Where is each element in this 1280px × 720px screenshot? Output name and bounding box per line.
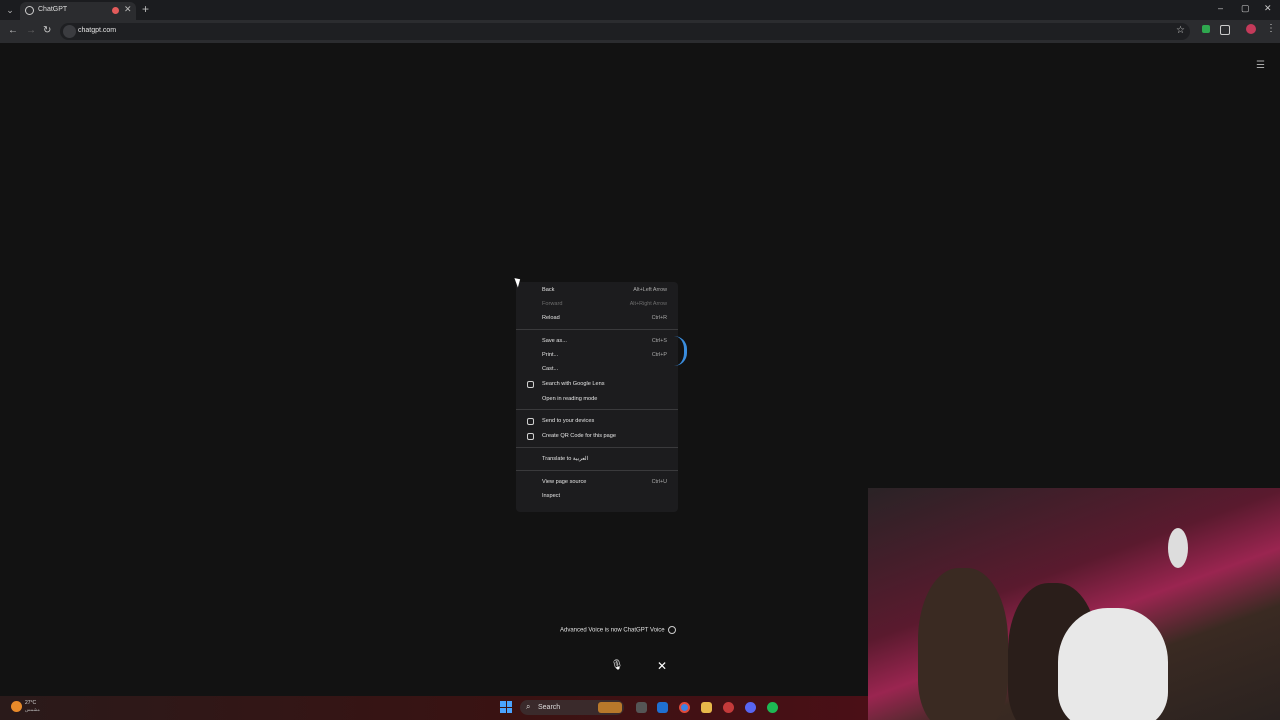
voice-orb-edge (674, 336, 687, 366)
person-left (918, 568, 1008, 720)
new-tab-button[interactable]: + (142, 2, 149, 16)
app-red-icon[interactable] (723, 702, 734, 713)
weather-temp[interactable]: 27°C (25, 700, 36, 706)
extension-green-icon[interactable] (1202, 25, 1210, 33)
chrome-icon[interactable] (679, 702, 690, 713)
windows-taskbar: 27°C مشمس ⌕ Search (0, 696, 868, 720)
browser-menu-icon[interactable]: ⋮ (1266, 23, 1276, 34)
search-icon: ⌕ (526, 702, 531, 711)
menu-separator (516, 409, 678, 410)
voice-settings-icon[interactable]: ☰ (1256, 60, 1265, 71)
menu-item-inspect[interactable]: Inspect (516, 491, 678, 504)
person-child (1058, 608, 1168, 720)
menu-item-back[interactable]: Back Alt+Left Arrow (516, 285, 678, 298)
menu-item-cast[interactable]: Cast... (516, 364, 678, 377)
menu-item-send-to-devices[interactable]: Send to your devices (516, 416, 678, 429)
menu-separator (516, 447, 678, 448)
forward-arrow-icon[interactable]: → (26, 25, 36, 36)
menu-item-forward[interactable]: Forward Alt+Right Arrow (516, 299, 678, 312)
menu-item-google-lens[interactable]: Search with Google Lens (516, 379, 678, 392)
search-highlight-icon (598, 702, 622, 713)
chatgpt-favicon-icon (25, 6, 34, 15)
profile-avatar[interactable] (1246, 24, 1256, 34)
back-arrow-icon[interactable]: ← (8, 25, 18, 36)
menu-item-print[interactable]: Print... Ctrl+P (516, 350, 678, 363)
microphone-button[interactable]: 🎙 (605, 655, 629, 677)
menu-separator (516, 329, 678, 330)
tab-chatgpt[interactable]: ChatGPT ✕ (20, 2, 136, 20)
recording-indicator-icon[interactable] (112, 7, 119, 14)
info-icon[interactable] (667, 626, 676, 634)
task-view-icon[interactable] (636, 702, 647, 713)
browser-toolbar: ← → ↻ chatgpt.com ☆ ⋮ (0, 20, 1280, 43)
context-menu: Back Alt+Left Arrow Forward Alt+Right Ar… (516, 282, 678, 512)
menu-item-save-as[interactable]: Save as... Ctrl+S (516, 336, 678, 349)
menu-item-reading-mode[interactable]: Open in reading mode (516, 394, 678, 407)
devices-icon (527, 418, 534, 425)
menu-item-view-source[interactable]: View page source Ctrl+U (516, 477, 678, 490)
maximize-button[interactable]: ▢ (1241, 3, 1250, 14)
taskbar-search[interactable]: ⌕ Search (520, 700, 624, 715)
address-bar[interactable]: chatgpt.com ☆ (60, 23, 1190, 40)
weather-sun-icon[interactable] (11, 701, 22, 712)
bookmark-star-icon[interactable]: ☆ (1176, 25, 1185, 36)
spotify-icon[interactable] (767, 702, 778, 713)
menu-item-translate[interactable]: Translate to العربية (516, 454, 678, 467)
lens-icon (527, 381, 534, 388)
minimize-button[interactable]: – (1218, 3, 1223, 13)
windows-start-icon[interactable] (500, 701, 512, 713)
lamp (1168, 528, 1188, 568)
tab-close-icon[interactable]: ✕ (124, 4, 132, 15)
reload-icon[interactable]: ↻ (43, 25, 51, 36)
extensions-puzzle-icon[interactable] (1220, 25, 1230, 35)
end-voice-button[interactable]: ✕ (650, 655, 674, 677)
menu-separator (516, 470, 678, 471)
menu-item-qr-code[interactable]: Create QR Code for this page (516, 431, 678, 444)
close-window-button[interactable]: ✕ (1264, 3, 1272, 14)
discord-icon[interactable] (745, 702, 756, 713)
voice-notice: Advanced Voice is now ChatGPT Voice (560, 626, 720, 634)
tab-strip: ⌄ ChatGPT ✕ + – ▢ ✕ (0, 0, 1280, 20)
qr-icon (527, 433, 534, 440)
url-text[interactable]: chatgpt.com (78, 27, 116, 34)
close-icon: ✕ (656, 659, 668, 673)
file-explorer-icon[interactable] (701, 702, 712, 713)
menu-item-reload[interactable]: Reload Ctrl+R (516, 313, 678, 326)
webcam-overlay (868, 488, 1280, 720)
site-info-icon[interactable] (63, 25, 76, 38)
microphone-icon: 🎙 (610, 660, 624, 671)
tab-title: ChatGPT (38, 6, 68, 13)
weather-desc[interactable]: مشمس (25, 707, 40, 713)
outlook-icon[interactable] (657, 702, 668, 713)
tab-search-chevron-icon[interactable]: ⌄ (4, 4, 16, 16)
